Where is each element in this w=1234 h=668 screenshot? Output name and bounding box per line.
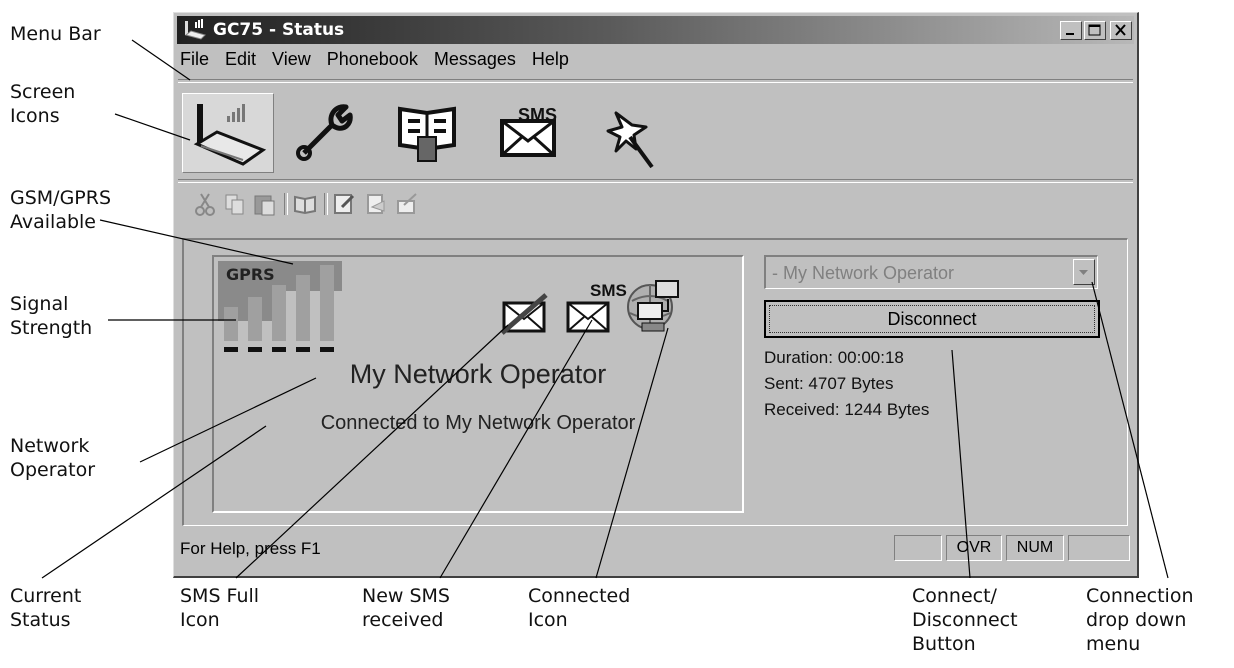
svg-text:SMS: SMS <box>518 105 557 125</box>
callout-network-operator: Network Operator <box>10 435 96 481</box>
maximize-button[interactable] <box>1084 21 1106 40</box>
new-sms-badge: SMS <box>590 281 627 300</box>
divider <box>178 79 1133 83</box>
book-icon[interactable] <box>292 191 318 217</box>
callout-screen-icons: Screen Icons <box>10 81 76 127</box>
callout-connection-menu: Connection drop down menu <box>1086 585 1194 655</box>
toolbar-separator <box>284 193 288 215</box>
status-help-text: For Help, press F1 <box>180 539 321 558</box>
menu-view[interactable]: View <box>272 49 311 70</box>
sms-full-icon <box>500 293 548 335</box>
dropdown-arrow-button[interactable] <box>1073 259 1095 285</box>
window-title: GC75 - Status <box>213 20 345 40</box>
sms-icon: SMS <box>500 105 557 157</box>
sent-bytes-text: Sent: 4707 Bytes <box>764 374 894 393</box>
chevron-down-icon <box>1079 270 1088 275</box>
send-icon[interactable] <box>394 191 420 217</box>
wizard-wand-icon <box>606 111 654 169</box>
maximize-icon <box>1088 24 1101 36</box>
app-icon <box>184 19 206 40</box>
close-icon <box>1115 24 1126 36</box>
network-status-panel: GPRS SMS My Network Operator Connected t… <box>212 255 744 513</box>
phonebook-screen-button[interactable] <box>382 93 474 173</box>
close-button[interactable] <box>1110 21 1132 40</box>
menu-messages[interactable]: Messages <box>434 49 516 70</box>
wrench-icon <box>296 104 353 161</box>
connection-status-text: Connected to My Network Operator <box>320 412 636 434</box>
settings-screen-button[interactable] <box>282 93 374 173</box>
callout-signal-strength: Signal Strength <box>10 293 93 339</box>
copy-icon[interactable] <box>222 191 248 217</box>
status-pane-caps <box>894 535 942 561</box>
gprs-badge: GPRS <box>226 265 275 284</box>
cut-icon[interactable] <box>192 191 218 217</box>
network-operator-name: My Network Operator <box>349 359 607 389</box>
callout-gsm-gprs: GSM/GPRS Available <box>10 187 112 233</box>
status-pane-ovr: OVR <box>946 535 1002 561</box>
disconnect-button-label: Disconnect <box>769 305 1095 333</box>
status-icon <box>193 104 267 166</box>
minimize-button[interactable] <box>1060 21 1082 40</box>
status-pane-num: NUM <box>1006 535 1064 561</box>
wizard-screen-button[interactable] <box>588 93 680 173</box>
status-bar: For Help, press F1 OVR NUM <box>178 533 1133 565</box>
app-window: GC75 - Status File Edit View Phonebook Messa… <box>173 12 1139 578</box>
divider <box>178 179 1133 183</box>
duration-text: Duration: 00:00:18 <box>764 348 904 367</box>
title-bar[interactable]: GC75 - Status <box>177 16 1134 44</box>
menu-edit[interactable]: Edit <box>225 49 256 70</box>
sms-screen-button[interactable]: SMS <box>488 93 580 173</box>
callout-menu-bar: Menu Bar <box>10 23 101 45</box>
minimize-icon <box>1066 33 1074 35</box>
status-screen-button[interactable] <box>182 93 274 173</box>
menu-file[interactable]: File <box>180 49 209 70</box>
connection-dropdown[interactable]: - My Network Operator <box>764 255 1098 289</box>
message-icon[interactable] <box>364 191 390 217</box>
connected-icon <box>627 280 679 332</box>
status-view: GPRS SMS My Network Operator Connected t… <box>182 238 1128 526</box>
callout-sms-full: SMS Full Icon <box>180 585 260 631</box>
phonebook-icon <box>398 106 456 162</box>
callout-current-status: Current Status <box>10 585 82 631</box>
callout-connect-button: Connect/ Disconnect Button <box>912 585 1018 655</box>
menu-bar: File Edit View Phonebook Messages Help <box>180 49 585 75</box>
connection-dropdown-value: - My Network Operator <box>772 263 955 283</box>
toolbar-separator <box>324 193 328 215</box>
callout-new-sms: New SMS received <box>362 585 450 631</box>
received-bytes-text: Received: 1244 Bytes <box>764 400 930 419</box>
paste-icon[interactable] <box>252 191 278 217</box>
status-pane-scrl <box>1068 535 1130 561</box>
edit-icon[interactable] <box>332 191 358 217</box>
menu-help[interactable]: Help <box>532 49 569 70</box>
menu-phonebook[interactable]: Phonebook <box>327 49 418 70</box>
callout-connected-icon: Connected Icon <box>528 585 631 631</box>
disconnect-button[interactable]: Disconnect <box>764 300 1100 338</box>
